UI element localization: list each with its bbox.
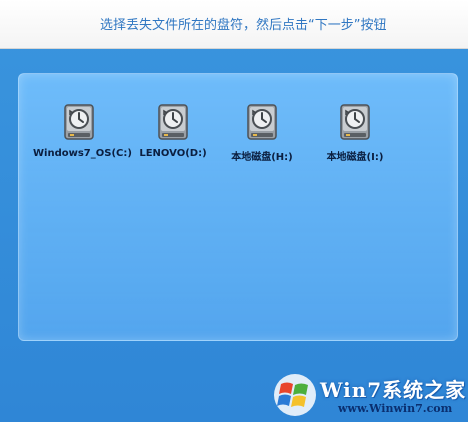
drive-h[interactable]: 本地磁盘(H:) (216, 102, 308, 172)
drive-c[interactable]: Windows7_OS(C:) (33, 102, 132, 172)
watermark-url: www.Winwin7.com (338, 402, 453, 415)
windows-logo-icon (274, 374, 316, 416)
drive-list-panel: Windows7_OS(C:) LENOVO(D:) 本地磁盘(H:) 本地磁盘… (18, 73, 458, 341)
drive-label: 本地磁盘(H:) (231, 152, 293, 163)
drive-label: Windows7_OS(C:) (33, 148, 132, 159)
drive-label: LENOVO(D:) (139, 148, 207, 159)
hard-drive-restore-icon (247, 104, 277, 140)
drive-d[interactable]: LENOVO(D:) (127, 102, 219, 172)
hard-drive-restore-icon (158, 104, 188, 140)
watermark-brand: Win7系统之家 (320, 378, 467, 402)
site-watermark: Win7系统之家 www.Winwin7.com (272, 368, 468, 422)
hard-drive-restore-icon (64, 104, 94, 140)
instruction-text: 选择丢失文件所在的盘符，然后点击“下一步”按钮 (100, 18, 387, 33)
drive-label: 本地磁盘(I:) (326, 152, 384, 163)
drive-i[interactable]: 本地磁盘(I:) (309, 102, 401, 172)
header-bar: 选择丢失文件所在的盘符，然后点击“下一步”按钮 (0, 0, 468, 49)
hard-drive-restore-icon (340, 104, 370, 140)
